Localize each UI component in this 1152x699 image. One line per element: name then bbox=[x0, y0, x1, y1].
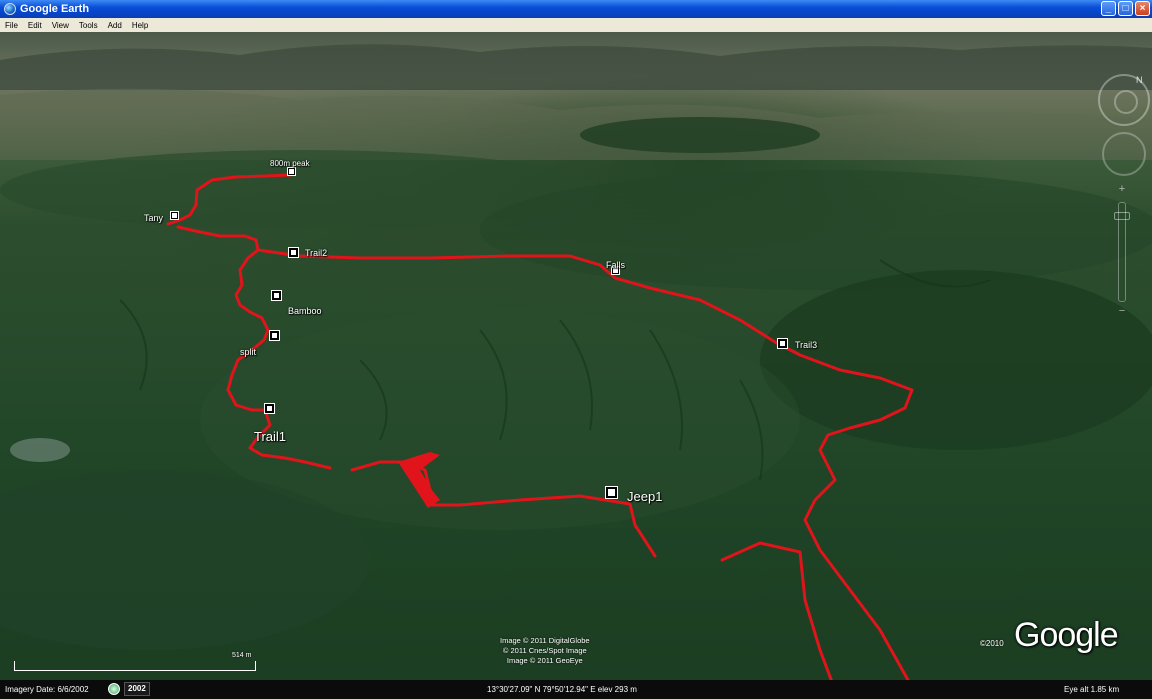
menu-edit[interactable]: Edit bbox=[28, 21, 42, 30]
placemark-label-split[interactable]: split bbox=[240, 347, 256, 357]
scale-bar bbox=[14, 661, 256, 671]
placemark-pin-trail2[interactable] bbox=[288, 247, 299, 258]
placemark-label-tany[interactable]: Tany bbox=[144, 213, 163, 223]
menu-view[interactable]: View bbox=[52, 21, 69, 30]
pointer-coordinates: 13°30'27.09" N 79°50'12.94" E elev 293 m bbox=[487, 685, 637, 694]
placemark-pin-split[interactable] bbox=[269, 330, 280, 341]
google-earth-icon bbox=[4, 3, 16, 15]
menu-file[interactable]: File bbox=[5, 21, 18, 30]
imagery-year-badge[interactable]: 2002 bbox=[124, 682, 150, 696]
placemark-label-trail1[interactable]: Trail1 bbox=[254, 429, 286, 444]
eye-altitude: Eye alt 1.85 km bbox=[1064, 685, 1120, 694]
credit-line-3: Image © 2011 GeoEye bbox=[506, 656, 583, 665]
placemark-label-falls[interactable]: Falls bbox=[606, 260, 625, 270]
minimize-button[interactable]: _ bbox=[1101, 1, 1116, 16]
placemark-label-trail3[interactable]: Trail3 bbox=[795, 340, 817, 350]
imagery-credits: Image © 2011 DigitalGlobe © 2011 Cnes/Sp… bbox=[500, 636, 590, 666]
title-bar: Google Earth _ □ × bbox=[0, 0, 1152, 18]
google-logo: Google bbox=[1014, 616, 1119, 654]
scale-label: 514 m bbox=[232, 652, 252, 659]
zoom-in-button[interactable]: + bbox=[1115, 182, 1129, 196]
historical-imagery-clock-icon[interactable] bbox=[108, 683, 120, 695]
placemark-pin-jeep1[interactable] bbox=[605, 486, 618, 499]
placemark-label-jeep1[interactable]: Jeep1 bbox=[627, 489, 662, 504]
menu-bar: File Edit View Tools Add Help bbox=[0, 18, 1152, 32]
credit-line-1: Image © 2011 DigitalGlobe bbox=[500, 636, 590, 645]
window-controls: _ □ × bbox=[1101, 1, 1150, 16]
copyright-text: ©2010 bbox=[980, 639, 1004, 648]
zoom-out-button[interactable]: − bbox=[1115, 304, 1129, 318]
placemark-label-trail2[interactable]: Trail2 bbox=[305, 248, 327, 258]
earth-viewport[interactable]: 800m peak Tany Trail2 Falls Bamboo split… bbox=[0, 32, 1152, 680]
menu-tools[interactable]: Tools bbox=[79, 21, 98, 30]
zoom-slider-handle[interactable] bbox=[1114, 212, 1130, 220]
maximize-button[interactable]: □ bbox=[1118, 1, 1133, 16]
placemark-pin-tany[interactable] bbox=[170, 211, 179, 220]
status-bar: Imagery Date: 6/6/2002 2002 13°30'27.09"… bbox=[0, 680, 1152, 699]
placemark-pin-bamboo[interactable] bbox=[271, 290, 282, 301]
placemark-label-peak[interactable]: 800m peak bbox=[270, 159, 310, 168]
imagery-date: Imagery Date: 6/6/2002 bbox=[5, 685, 89, 694]
menu-help[interactable]: Help bbox=[132, 21, 148, 30]
placemark-pin-trail3[interactable] bbox=[777, 338, 788, 349]
placemark-pin-peak[interactable] bbox=[287, 167, 296, 176]
menu-add[interactable]: Add bbox=[108, 21, 122, 30]
move-control[interactable] bbox=[1102, 132, 1146, 176]
close-button[interactable]: × bbox=[1135, 1, 1150, 16]
compass-north-icon[interactable]: N bbox=[1136, 75, 1143, 85]
placemark-pin-trail1[interactable] bbox=[264, 403, 275, 414]
terrain-and-track bbox=[0, 44, 1152, 680]
placemark-label-bamboo[interactable]: Bamboo bbox=[288, 306, 322, 316]
credit-line-2: © 2011 Cnes/Spot Image bbox=[502, 646, 587, 655]
window-title: Google Earth bbox=[20, 3, 90, 15]
